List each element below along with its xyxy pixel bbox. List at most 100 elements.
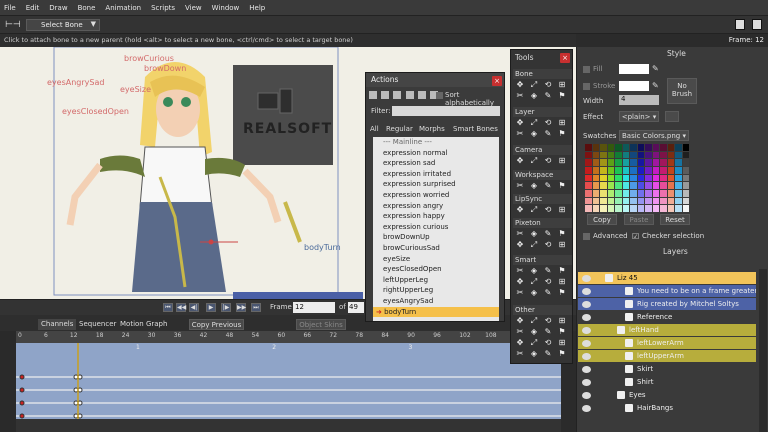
swatch-cell[interactable] [675, 144, 682, 151]
tool-icon[interactable]: ◈ [529, 349, 539, 358]
swatch-cell[interactable] [667, 182, 674, 189]
swatch-cell[interactable] [630, 182, 637, 189]
swatch-cell[interactable] [607, 197, 614, 205]
tool-icon[interactable]: ✎ [543, 91, 553, 100]
layer-row[interactable]: Skirt [578, 363, 756, 375]
swatch-cell[interactable] [645, 205, 652, 212]
tool-icon[interactable]: ⊞ [557, 338, 567, 347]
swatch-cell[interactable] [645, 197, 652, 205]
swatch-cell[interactable] [682, 144, 689, 151]
tool-icon[interactable]: ⟲ [543, 240, 553, 249]
swatch-cell[interactable] [585, 166, 592, 174]
swatch-cell[interactable] [667, 205, 674, 212]
effect-dropdown[interactable]: <plain> ▾ [619, 111, 659, 122]
fill-checkbox[interactable] [583, 66, 590, 73]
swatch-cell[interactable] [607, 205, 614, 212]
swatch-cell[interactable] [615, 205, 622, 212]
action-item[interactable]: expression angry [373, 201, 499, 212]
action-item[interactable]: expression worried [373, 190, 499, 201]
swatch-cell[interactable] [600, 205, 607, 212]
swatch-cell[interactable] [600, 151, 607, 159]
swatch-cell[interactable] [682, 197, 689, 205]
swatch-cell[interactable] [630, 151, 637, 159]
swatch-cell[interactable] [637, 159, 644, 166]
tool-icon[interactable]: ◈ [529, 288, 539, 297]
user-icon[interactable] [735, 19, 745, 30]
bone-label-browcurious[interactable]: browCurious [124, 54, 174, 63]
swatch-cell[interactable] [585, 189, 592, 197]
eye-icon[interactable] [582, 326, 591, 334]
swatch-cell[interactable] [645, 189, 652, 197]
tool-icon[interactable]: ✎ [543, 288, 553, 297]
tool-icon[interactable]: ⊞ [557, 156, 567, 165]
layer-row[interactable]: You need to be on a frame greater than 0 [578, 285, 756, 297]
swatch-cell[interactable] [600, 189, 607, 197]
action-item-selected[interactable]: ➜ bodyTurn [373, 306, 499, 318]
menu-edit[interactable]: Edit [26, 4, 40, 12]
sort-alpha-checkbox[interactable] [436, 92, 443, 99]
swatch-cell[interactable] [592, 166, 599, 174]
actions-tab-regular[interactable]: Regular [386, 125, 413, 133]
swatch-cell[interactable] [660, 205, 667, 212]
swatch-cell[interactable] [682, 151, 689, 159]
swatch-cell[interactable] [652, 144, 659, 151]
action-item[interactable]: leftUpperLeg [373, 275, 499, 286]
swatch-cell[interactable] [667, 197, 674, 205]
menu-help[interactable]: Help [249, 4, 265, 12]
layer-row[interactable]: Rig created by Mitchel Soltys [578, 298, 756, 310]
tool-icon[interactable]: ✎ [543, 229, 553, 238]
layer-row[interactable]: Reference [578, 311, 756, 323]
tool-icon[interactable]: ⊞ [557, 316, 567, 325]
swatch-cell[interactable] [607, 144, 614, 151]
swatch-cell[interactable] [592, 189, 599, 197]
swatch-cell[interactable] [637, 151, 644, 159]
eye-icon[interactable] [582, 313, 591, 321]
bone-label-eyesclosedopen[interactable]: eyesClosedOpen [62, 107, 129, 116]
bone-label-eyesangrysad[interactable]: eyesAngrySad [47, 78, 104, 87]
swatch-cell[interactable] [600, 174, 607, 182]
end-button[interactable]: ⏭ [251, 303, 261, 312]
swatch-cell[interactable] [652, 174, 659, 182]
tool-icon[interactable]: ◈ [529, 129, 539, 138]
tool-icon[interactable]: ✥ [515, 240, 525, 249]
menu-view[interactable]: View [185, 4, 202, 12]
tool-icon[interactable]: ✂ [515, 327, 525, 336]
action-item[interactable]: expression happy [373, 211, 499, 222]
tool-icon[interactable]: ✂ [515, 229, 525, 238]
swatch-cell[interactable] [630, 144, 637, 151]
width-input[interactable]: 4 [619, 95, 659, 105]
swatch-cell[interactable] [667, 166, 674, 174]
swatch-cell[interactable] [622, 166, 629, 174]
layer-row[interactable]: leftUpperArm [578, 350, 756, 362]
swatch-cell[interactable] [607, 159, 614, 166]
bone-label-browdown[interactable]: browDown [144, 64, 186, 73]
swatch-cell[interactable] [682, 174, 689, 182]
tool-icon[interactable]: ⊞ [557, 118, 567, 127]
swatch-cell[interactable] [622, 189, 629, 197]
swatch-cell[interactable] [637, 205, 644, 212]
tool-icon[interactable]: ✥ [515, 205, 525, 214]
stroke-checkbox[interactable] [583, 83, 590, 90]
tool-icon[interactable]: ⊞ [557, 277, 567, 286]
swatch-cell[interactable] [645, 159, 652, 166]
frame-input[interactable]: 12 [293, 302, 335, 313]
filter-input[interactable] [392, 106, 500, 116]
swatch-cell[interactable] [660, 159, 667, 166]
tool-icon[interactable]: ⟲ [543, 156, 553, 165]
tool-icon[interactable]: ⚑ [557, 327, 567, 336]
timeline-ruler[interactable]: 0612182430364248546066727884909610210811… [16, 331, 561, 343]
swatch-cell[interactable] [630, 205, 637, 212]
swatch-cell[interactable] [637, 174, 644, 182]
bone-label-bodyturn[interactable]: bodyTurn [304, 243, 341, 252]
swatch-cell[interactable] [682, 189, 689, 197]
menu-animation[interactable]: Animation [105, 4, 141, 12]
total-frames-input[interactable]: 49 [348, 302, 364, 313]
tool-icon[interactable]: ✥ [515, 156, 525, 165]
actions-tab-smart-bones[interactable]: Smart Bones [453, 125, 498, 133]
tool-icon[interactable]: ⚑ [557, 266, 567, 275]
swatch-cell[interactable] [615, 166, 622, 174]
layer-row[interactable]: Eyes [578, 389, 756, 401]
layer-row[interactable]: leftLowerArm [578, 337, 756, 349]
tool-icon[interactable]: ✂ [515, 129, 525, 138]
swatch-cell[interactable] [675, 166, 682, 174]
